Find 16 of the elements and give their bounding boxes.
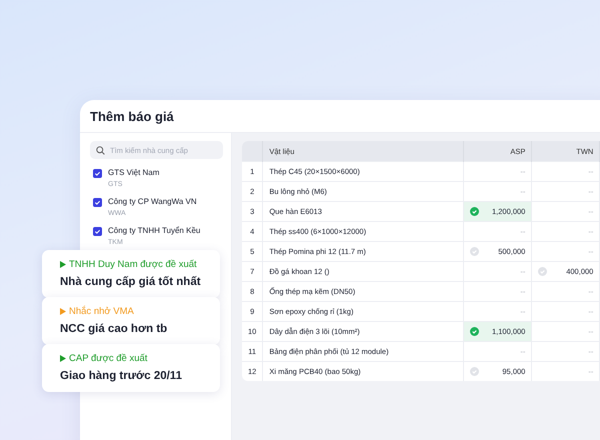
supplier-name: Công ty TNHH Tuyển Kều: [108, 226, 200, 235]
checkbox[interactable]: [93, 227, 102, 236]
notification-tag: Nhắc nhở VMA: [60, 306, 210, 317]
triangle-icon: [60, 355, 66, 362]
notification-message: Nhà cung cấp giá tốt nhất: [60, 276, 202, 288]
triangle-icon: [60, 261, 66, 268]
notification-tag: TNHH Duy Nam được đề xuất: [60, 259, 210, 270]
notification-tag: CAP được đề xuất: [60, 353, 210, 364]
notification-message: NCC giá cao hơn tb: [60, 323, 168, 335]
checkbox[interactable]: [93, 198, 102, 207]
search-icon: [96, 146, 105, 154]
triangle-icon: [60, 308, 66, 315]
supplier-name: GTS Việt Nam: [108, 168, 160, 177]
notification-message: Giao hàng trước 20/11: [60, 370, 183, 382]
checkbox[interactable]: [93, 169, 102, 178]
supplier-name: Công ty CP WangWa VN: [108, 197, 197, 206]
